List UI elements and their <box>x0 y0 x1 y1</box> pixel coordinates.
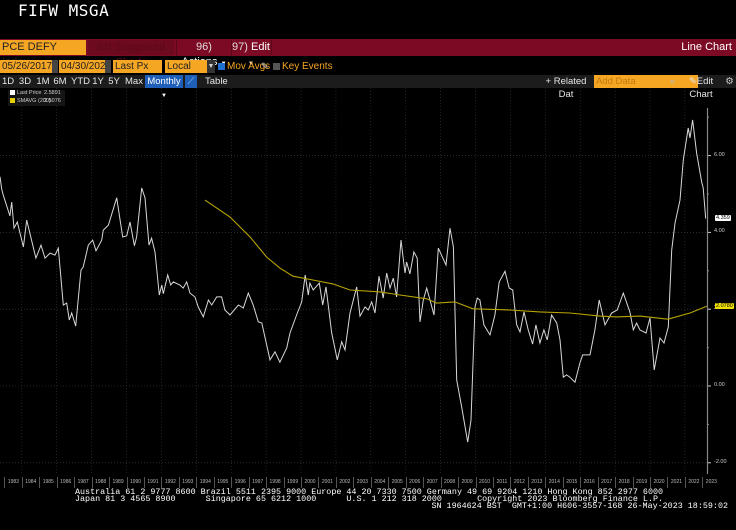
edit-label: Edit <box>251 41 270 53</box>
suggested-charts-button[interactable]: 94) Suggested Charts <box>88 40 174 68</box>
period-bar: 1D 3D 1M 6M YTD 1Y 5Y Max Monthly ▼ ⟋ Ta… <box>0 75 736 100</box>
chart-legend: Last Price 2.5891 SMAVG (200) 2.5076 <box>8 90 65 106</box>
pencil-icon: ✎ <box>688 76 697 87</box>
currency-select[interactable]: Local CCY <box>165 60 207 85</box>
period-1y[interactable]: 1Y <box>92 75 104 88</box>
mov-avgs-checkbox[interactable] <box>218 63 225 70</box>
legend-item-last-price: Last Price 2.5891 <box>8 90 65 98</box>
chart-controls: 05/26/2017 - 04/30/2023 Last Px Local CC… <box>0 60 736 85</box>
calendar-icon[interactable] <box>105 60 111 73</box>
view-title: Line Chart <box>681 41 732 53</box>
x-tick-label: 1985 <box>39 477 56 488</box>
sma-line <box>204 199 707 320</box>
period-max[interactable]: Max <box>125 75 143 88</box>
command-bar: PCE DEFY Index 94) Suggested Charts 96) … <box>0 39 736 68</box>
x-tick-label: 1986 <box>56 477 74 488</box>
end-date-input[interactable]: 04/30/2023 <box>59 60 111 73</box>
edit-menu[interactable]: 97) Edit ▼ <box>231 40 272 67</box>
sma-last-tag: 2.0780 <box>715 303 734 309</box>
screen-title: FIFW MSGA <box>18 1 110 20</box>
collapse-icon[interactable]: « <box>668 75 677 88</box>
legend-value: 2.5891 <box>44 90 61 96</box>
y-tick-label: 0.00 <box>714 382 725 388</box>
y-tick-label: 4.00 <box>714 228 725 235</box>
chevron-down-icon[interactable]: ▼ <box>207 60 215 73</box>
x-tick-label: 2022 <box>684 477 702 488</box>
legend-label: Last Price <box>17 90 42 96</box>
field-select[interactable]: Last Px <box>113 60 162 73</box>
calendar-icon[interactable] <box>52 60 58 73</box>
edit-chart-button[interactable]: ✎Edit Chart <box>679 75 723 100</box>
legend-swatch <box>10 97 15 103</box>
x-tick-label: 1984 <box>21 477 39 488</box>
legend-item-smavg: SMAVG (200) 2.5076 <box>8 98 65 106</box>
period-5y[interactable]: 5Y <box>108 75 120 88</box>
period-3d[interactable]: 3D <box>18 75 32 88</box>
last-price-tag: 4.359 <box>715 215 731 221</box>
actions-menu[interactable]: 96) Actions ▼ <box>176 40 232 68</box>
frequency-select[interactable]: Monthly ▼ <box>145 75 183 99</box>
gear-icon[interactable]: ⚙ <box>724 75 735 88</box>
table-button[interactable]: Table <box>205 75 228 88</box>
last-price-line <box>0 119 707 443</box>
key-events-checkbox[interactable] <box>273 63 280 70</box>
security-input[interactable]: PCE DEFY Index <box>0 40 86 68</box>
start-date-input[interactable]: 05/26/2017 <box>0 60 52 73</box>
actions-num: 96) <box>196 41 212 53</box>
related-data-button[interactable]: + Related Dat <box>542 75 590 100</box>
chart-type-icon[interactable]: ⟋ <box>185 75 197 88</box>
x-axis: 1983 1984 1985 1986 1987 1988 1989 1990 1991 1992… <box>0 474 736 488</box>
key-events-label: Key Events <box>282 61 333 72</box>
period-6m[interactable]: 6M <box>53 75 67 88</box>
x-tick-label: 1983 <box>4 477 21 488</box>
y-tick-label: 6.00 <box>714 151 725 158</box>
period-ytd[interactable]: YTD <box>71 75 90 88</box>
x-tick-label: 2023 <box>702 477 719 488</box>
line-chart <box>0 88 711 474</box>
y-tick-label: -2.00 <box>714 458 727 465</box>
x-tick-label: 2021 <box>667 477 684 488</box>
legend-value: 2.5076 <box>44 97 61 104</box>
legend-swatch <box>10 90 15 96</box>
suggested-num: 94) <box>96 41 113 53</box>
frequency-label: Monthly <box>147 76 181 87</box>
edit-num: 97) <box>232 41 248 53</box>
period-1m[interactable]: 1M <box>36 75 50 88</box>
pencil-icon[interactable]: ✎ <box>261 60 269 73</box>
footer-session: SN 1964624 BST GMT+1:00 H606-3557-168 26… <box>431 501 728 511</box>
period-1d[interactable]: 1D <box>2 75 14 88</box>
